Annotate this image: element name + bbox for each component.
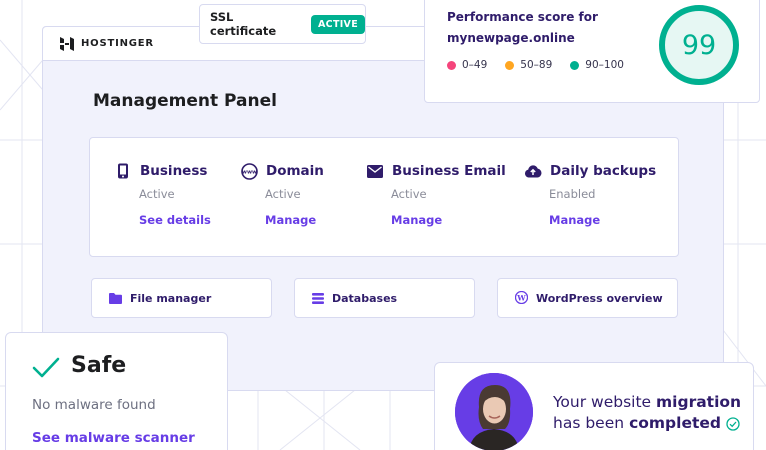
service-domain: www Domain Active Manage [240, 162, 324, 228]
migration-text-2: has been [553, 414, 625, 432]
service-name: Business Email [392, 163, 506, 179]
service-business-email: Business Email Active Manage [366, 162, 506, 228]
file-manager-button[interactable]: File manager [91, 278, 272, 318]
safe-title: Safe [71, 353, 127, 378]
service-name: Daily backups [550, 163, 657, 179]
legend-label: 50–89 [520, 59, 553, 71]
performance-card: Performance score for mynewpage.online 0… [424, 0, 760, 103]
migration-text-bold-2: completed [629, 414, 721, 432]
check-circle-icon [726, 416, 740, 431]
checkmark-icon [32, 357, 60, 378]
legend-label: 90–100 [585, 59, 624, 71]
migration-card: Your website migration has been complete… [434, 362, 754, 450]
person-portrait-icon [455, 373, 533, 450]
legend-item-low: 0–49 [447, 59, 487, 71]
service-status: Enabled [549, 187, 596, 201]
file-manager-label: File manager [130, 291, 212, 305]
legend-item-mid: 50–89 [505, 59, 552, 71]
service-business: Business Active See details [114, 162, 211, 228]
see-details-link[interactable]: See details [139, 213, 211, 227]
www-globe-icon: www [240, 162, 258, 180]
wordpress-overview-label: WordPress overview [536, 291, 663, 305]
performance-title: Performance score for [447, 10, 598, 24]
red-dot-icon [447, 60, 456, 70]
status-badge: ACTIVE [311, 14, 365, 34]
phone-icon [114, 162, 132, 180]
service-name: Business [140, 163, 208, 179]
ssl-label: SSL certificate [210, 10, 277, 38]
legend-label: 0–49 [462, 59, 488, 71]
page-title: Management Panel [93, 91, 277, 111]
svg-text:www: www [241, 169, 256, 175]
services-card: Business Active See details www Domain A… [89, 137, 679, 257]
manage-domain-link[interactable]: Manage [265, 213, 316, 227]
score-legend: 0–49 50–89 90–100 [447, 59, 624, 71]
malware-scanner-link[interactable]: See malware scanner [32, 430, 195, 446]
green-dot-icon [570, 60, 580, 70]
envelope-icon [366, 162, 384, 180]
malware-safe-card: Safe No malware found See malware scanne… [5, 332, 228, 450]
databases-button[interactable]: Databases [294, 278, 475, 318]
score-value: 99 [681, 29, 717, 61]
manage-email-link[interactable]: Manage [391, 213, 442, 227]
service-name: Domain [266, 163, 324, 179]
database-icon [312, 289, 324, 308]
safe-subtitle: No malware found [32, 397, 156, 413]
wordpress-icon: W [514, 289, 529, 308]
ssl-certificate-card: SSL certificate ACTIVE [199, 4, 366, 44]
migration-text-bold-1: migration [656, 393, 742, 411]
databases-label: Databases [332, 291, 398, 305]
svg-text:W: W [516, 293, 526, 302]
performance-domain: mynewpage.online [447, 31, 575, 45]
cloud-upload-icon [524, 162, 542, 180]
folder-icon [109, 289, 122, 308]
hostinger-logo[interactable]: HOSTINGER [59, 36, 154, 52]
manage-backups-link[interactable]: Manage [549, 213, 600, 227]
service-status: Active [139, 187, 175, 201]
service-status: Active [265, 187, 301, 201]
migration-message: Your website migration has been complete… [553, 392, 741, 434]
legend-item-high: 90–100 [570, 59, 624, 71]
wordpress-overview-button[interactable]: W WordPress overview [497, 278, 678, 318]
orange-dot-icon [505, 60, 515, 70]
brand-name: HOSTINGER [81, 38, 154, 49]
score-gauge: 99 [655, 0, 743, 85]
migration-text-1: Your website [553, 393, 652, 411]
hostinger-logo-icon [60, 36, 74, 51]
avatar [455, 373, 533, 450]
service-daily-backups: Daily backups Enabled Manage [524, 162, 656, 228]
service-status: Active [391, 187, 427, 201]
